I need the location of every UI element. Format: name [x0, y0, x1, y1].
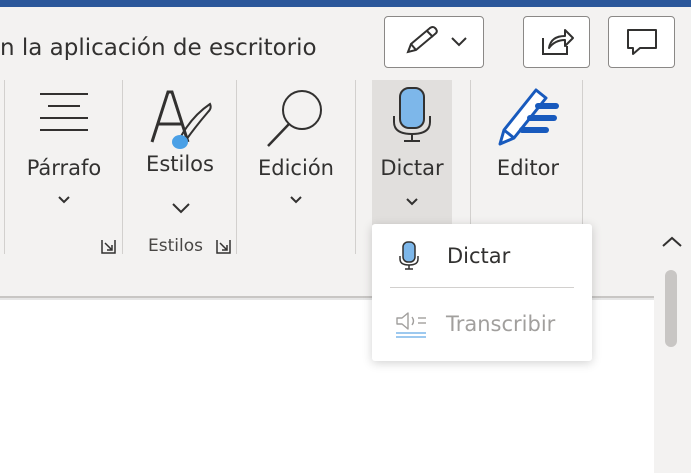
dialog-launcher-icon[interactable]	[100, 238, 117, 255]
paragraph-icon	[40, 93, 88, 131]
collapse-ribbon-icon[interactable]	[660, 234, 684, 250]
comment-icon	[626, 29, 657, 55]
styles-label: Estilos	[146, 152, 214, 176]
dictate-label: Dictar	[380, 156, 444, 180]
styles-button[interactable]: Estilos	[130, 82, 230, 227]
ribbon-separator	[236, 80, 237, 254]
editor-label: Editor	[496, 156, 560, 180]
editing-label: Edición	[258, 156, 334, 180]
ribbon-separator	[4, 80, 5, 254]
pencil-icon	[406, 26, 467, 54]
editing-button[interactable]: Edición	[244, 82, 348, 222]
comments-button[interactable]	[608, 16, 675, 68]
chevron-down-icon	[172, 203, 190, 214]
share-icon	[541, 29, 574, 55]
menu-item-transcribe: Transcribir	[372, 294, 592, 354]
dictate-button[interactable]: Dictar	[372, 80, 452, 225]
menu-divider	[390, 287, 574, 288]
ribbon-separator	[355, 80, 356, 254]
menu-item-dictate-label: Dictar	[447, 244, 511, 268]
transcribe-icon	[396, 312, 426, 338]
dictate-menu: Dictar Transcribir	[372, 224, 592, 361]
scrollbar-thumb[interactable]	[665, 270, 677, 347]
ribbon-separator	[122, 80, 123, 254]
paragraph-button[interactable]: Párrafo	[14, 82, 114, 222]
chevron-down-icon	[290, 196, 302, 204]
editing-mode-button[interactable]	[384, 16, 484, 68]
paragraph-label: Párrafo	[26, 156, 102, 180]
editor-pen-icon	[498, 88, 559, 146]
dialog-launcher-icon[interactable]	[215, 238, 232, 255]
menu-item-transcribe-label: Transcribir	[446, 312, 556, 336]
editor-button[interactable]: Editor	[478, 82, 578, 222]
styles-group-label: Estilos	[148, 236, 203, 256]
chevron-down-icon	[58, 196, 70, 204]
menu-item-dictate[interactable]: Dictar	[372, 226, 592, 286]
styles-icon	[150, 90, 212, 149]
search-icon	[267, 90, 322, 147]
microphone-icon	[399, 241, 419, 270]
microphone-icon	[393, 87, 431, 142]
document-status-text: n la aplicación de escritorio	[0, 35, 317, 61]
title-bar-accent	[0, 0, 691, 7]
chevron-down-icon	[406, 198, 418, 206]
share-button[interactable]	[523, 16, 590, 68]
